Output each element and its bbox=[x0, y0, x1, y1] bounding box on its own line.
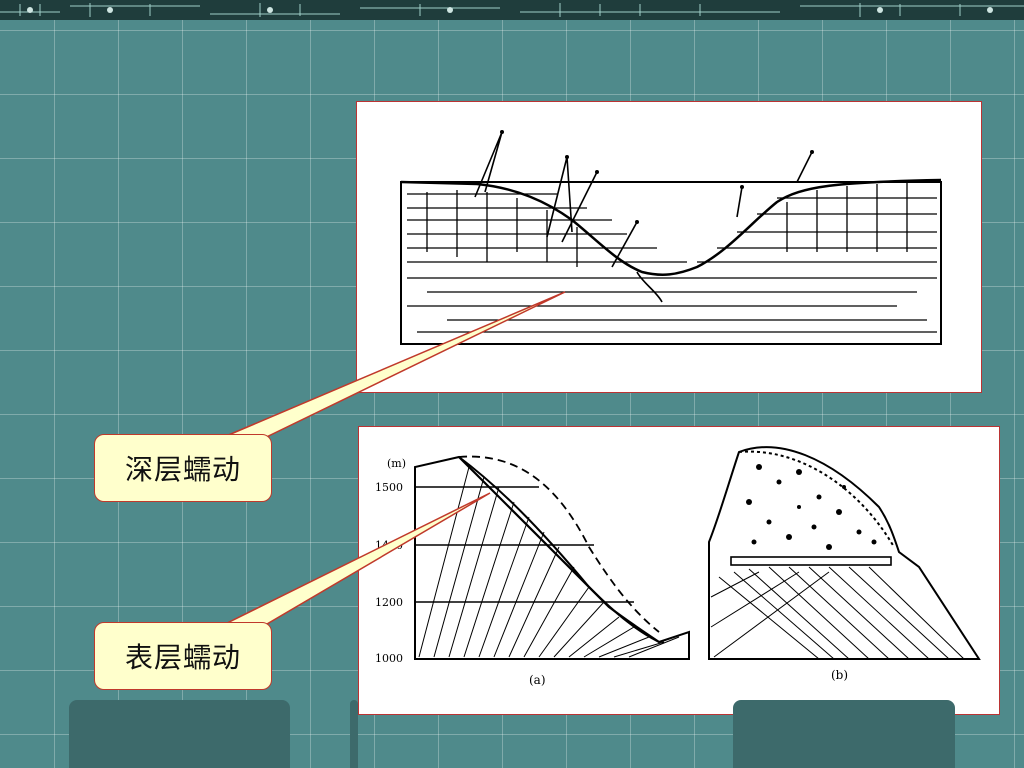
surface-creep-pointer bbox=[204, 492, 491, 635]
bottom-tab-1 bbox=[69, 700, 290, 768]
deep-creep-pointer bbox=[204, 291, 566, 446]
deep-creep-callout: 深层蠕动 bbox=[94, 434, 272, 502]
surface-creep-callout: 表层蠕动 bbox=[94, 622, 272, 690]
bottom-tab-2 bbox=[350, 700, 358, 768]
bottom-tab-3 bbox=[733, 700, 955, 768]
